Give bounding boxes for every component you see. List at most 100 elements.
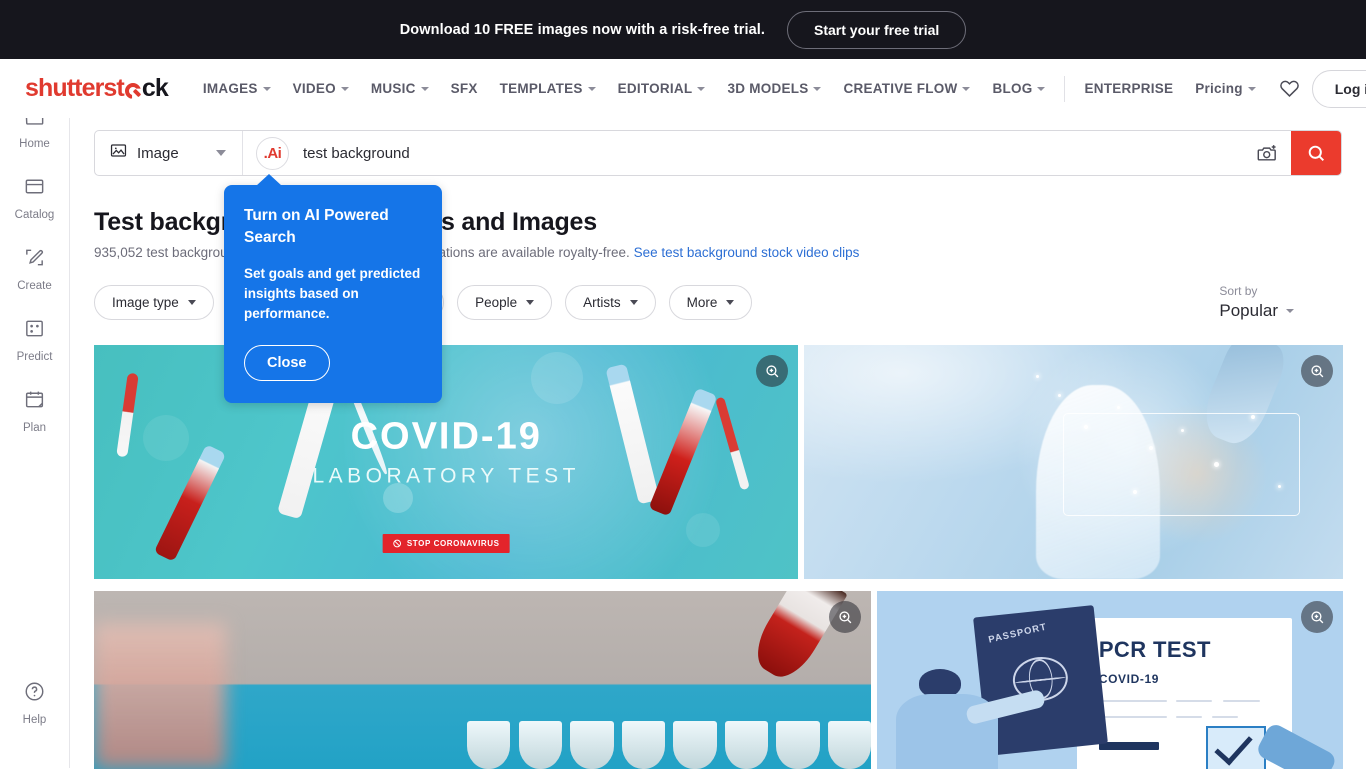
sidebar-label: Predict bbox=[17, 351, 53, 363]
nav-label: 3D MODELS bbox=[727, 81, 808, 96]
sort-by-value: Popular bbox=[1219, 301, 1278, 321]
search-row: Image .Ai bbox=[70, 118, 1366, 176]
doc-title: PCR TEST bbox=[1099, 637, 1211, 663]
caption-main: COVID-19 bbox=[94, 417, 798, 455]
ai-search-toggle-button[interactable]: .Ai bbox=[256, 137, 289, 170]
nav-item-3d-models[interactable]: 3D MODELS bbox=[716, 75, 832, 102]
sidebar-label: Home bbox=[19, 138, 50, 150]
doc-subtitle: COVID-19 bbox=[1099, 672, 1159, 686]
filter-label: Artists bbox=[583, 295, 621, 310]
search-input[interactable] bbox=[289, 131, 1243, 175]
heart-icon[interactable] bbox=[1279, 78, 1300, 99]
ai-search-tooltip: Turn on AI Powered Search Set goals and … bbox=[224, 185, 442, 403]
left-sidebar: Home Catalog Create Pre bbox=[0, 59, 70, 768]
help-circle-icon bbox=[23, 680, 46, 708]
chevron-down-icon bbox=[526, 300, 534, 305]
chevron-down-icon bbox=[1037, 87, 1045, 91]
chevron-down-icon bbox=[962, 87, 970, 91]
chevron-down-icon bbox=[697, 87, 705, 91]
zoom-preview-button[interactable] bbox=[1301, 601, 1333, 633]
create-pencil-icon bbox=[23, 246, 46, 274]
result-image-caption: COVID-19 LABORATORY TEST bbox=[94, 417, 798, 488]
nav-divider bbox=[1064, 76, 1065, 102]
result-image bbox=[94, 591, 871, 769]
sort-by-value-row: Popular bbox=[1219, 301, 1294, 321]
chevron-down-icon bbox=[216, 150, 226, 156]
search-submit-button[interactable] bbox=[1291, 131, 1341, 175]
predict-grid-icon bbox=[23, 317, 46, 345]
ai-icon: .Ai bbox=[264, 146, 282, 161]
primary-nav: IMAGES VIDEO MUSIC SFX TEMPLATES EDITORI… bbox=[192, 75, 1267, 102]
nav-item-editorial[interactable]: EDITORIAL bbox=[607, 75, 717, 102]
header-actions: Log in Free t bbox=[1267, 70, 1366, 108]
nav-item-enterprise[interactable]: ENTERPRISE bbox=[1073, 75, 1184, 102]
chevron-down-icon bbox=[813, 87, 821, 91]
filter-label: People bbox=[475, 295, 517, 310]
nav-item-music[interactable]: MUSIC bbox=[360, 75, 440, 102]
sidebar-item-help[interactable]: Help bbox=[0, 680, 69, 726]
shutterstock-logo[interactable]: shutterstck bbox=[25, 74, 168, 103]
result-image: PCR TEST COVID-19 PASSPORT bbox=[877, 591, 1343, 769]
nav-item-images[interactable]: IMAGES bbox=[192, 75, 282, 102]
tooltip-body: Set goals and get predicted insights bas… bbox=[244, 264, 422, 324]
caption-sub: LABORATORY TEST bbox=[94, 464, 798, 488]
filter-people[interactable]: People bbox=[457, 285, 552, 320]
sidebar-item-predict[interactable]: Predict bbox=[0, 317, 69, 363]
results-row: PCR TEST COVID-19 PASSPORT bbox=[94, 591, 1343, 769]
filter-label: Image type bbox=[112, 295, 179, 310]
plan-calendar-icon bbox=[23, 388, 46, 416]
nav-item-video[interactable]: VIDEO bbox=[282, 75, 360, 102]
nav-item-templates[interactable]: TEMPLATES bbox=[489, 75, 607, 102]
nav-label: VIDEO bbox=[293, 81, 336, 96]
zoom-preview-button[interactable] bbox=[1301, 355, 1333, 387]
sort-by-dropdown[interactable]: Sort by Popular bbox=[1219, 284, 1342, 321]
zoom-preview-button[interactable] bbox=[829, 601, 861, 633]
catalog-icon bbox=[23, 175, 46, 203]
chevron-down-icon bbox=[421, 87, 429, 91]
nav-label: TEMPLATES bbox=[500, 81, 583, 96]
filter-image-type[interactable]: Image type bbox=[94, 285, 214, 320]
chevron-down-icon bbox=[1286, 309, 1294, 313]
nav-label: IMAGES bbox=[203, 81, 258, 96]
result-tile-covid-lab-test[interactable]: COVID-19 LABORATORY TEST STOP CORONAVIRU… bbox=[94, 345, 798, 579]
video-clips-link[interactable]: See test background stock video clips bbox=[634, 245, 860, 260]
asset-type-dropdown[interactable]: Image bbox=[95, 131, 243, 175]
nav-label: EDITORIAL bbox=[618, 81, 693, 96]
nav-label: MUSIC bbox=[371, 81, 416, 96]
nav-item-sfx[interactable]: SFX bbox=[440, 75, 489, 102]
result-image bbox=[804, 345, 1343, 579]
result-tile-pipette-pcr-tubes[interactable] bbox=[94, 591, 871, 769]
search-bar: Image .Ai bbox=[94, 130, 1342, 176]
result-tile-blue-medical-technology[interactable] bbox=[804, 345, 1343, 579]
reverse-image-search-button[interactable] bbox=[1243, 131, 1291, 175]
site-header: shutterstck IMAGES VIDEO MUSIC SFX TEMPL… bbox=[0, 59, 1366, 118]
result-tile-passport-pcr-test[interactable]: PCR TEST COVID-19 PASSPORT bbox=[877, 591, 1343, 769]
nav-label: Pricing bbox=[1195, 81, 1243, 96]
chevron-down-icon bbox=[263, 87, 271, 91]
login-button[interactable]: Log in bbox=[1312, 70, 1366, 108]
sidebar-label: Help bbox=[23, 714, 47, 726]
nav-item-pricing[interactable]: Pricing bbox=[1184, 75, 1267, 102]
nav-label: CREATIVE FLOW bbox=[843, 81, 957, 96]
chevron-down-icon bbox=[1248, 87, 1256, 91]
chevron-down-icon bbox=[588, 87, 596, 91]
sidebar-item-catalog[interactable]: Catalog bbox=[0, 175, 69, 221]
logo-o-icon bbox=[125, 83, 141, 99]
passport-label: PASSPORT bbox=[987, 621, 1048, 645]
results-grid: COVID-19 LABORATORY TEST STOP CORONAVIRU… bbox=[94, 345, 1366, 769]
logo-text-secondary: ck bbox=[142, 74, 168, 103]
nav-label: BLOG bbox=[992, 81, 1032, 96]
start-free-trial-button[interactable]: Start your free trial bbox=[787, 11, 966, 49]
nav-item-blog[interactable]: BLOG bbox=[981, 75, 1056, 102]
nav-item-creative-flow[interactable]: CREATIVE FLOW bbox=[832, 75, 981, 102]
filter-more[interactable]: More bbox=[669, 285, 753, 320]
sort-by-label: Sort by bbox=[1219, 284, 1294, 298]
sidebar-item-plan[interactable]: Plan bbox=[0, 388, 69, 434]
sidebar-item-create[interactable]: Create bbox=[0, 246, 69, 292]
tooltip-close-button[interactable]: Close bbox=[244, 345, 330, 381]
filter-artists[interactable]: Artists bbox=[565, 285, 656, 320]
image-icon bbox=[109, 141, 128, 165]
tooltip-title: Turn on AI Powered Search bbox=[244, 205, 422, 249]
promo-banner-text: Download 10 FREE images now with a risk-… bbox=[400, 22, 765, 38]
asset-type-label: Image bbox=[137, 145, 179, 162]
